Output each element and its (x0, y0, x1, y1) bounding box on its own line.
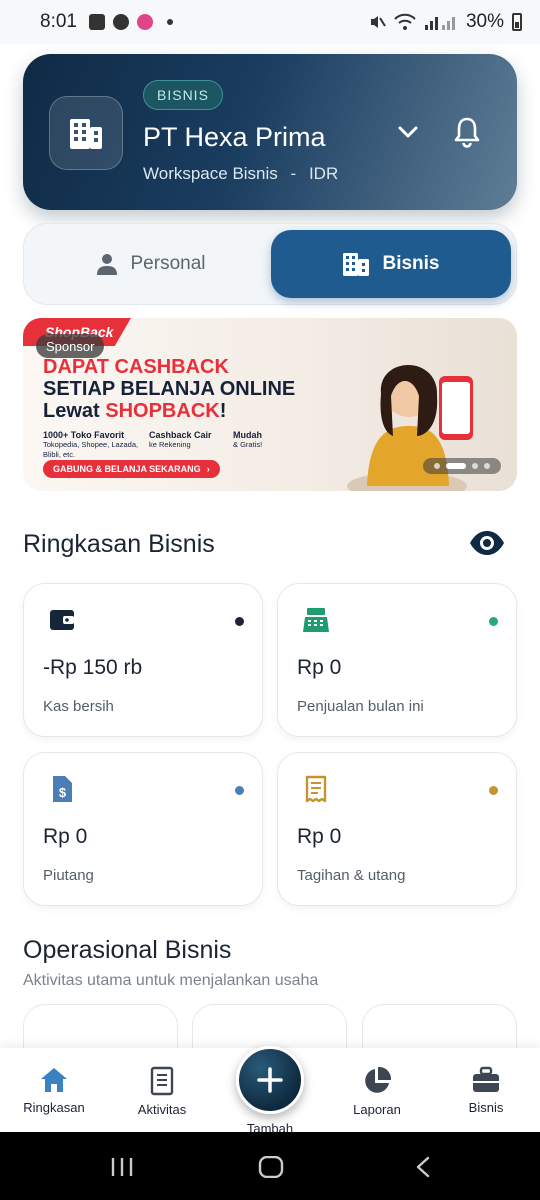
plus-icon (257, 1067, 283, 1093)
company-name: PT Hexa Prima (143, 122, 326, 152)
summary-title: Ringkasan Bisnis (23, 530, 215, 558)
system-navigation-bar (0, 1132, 540, 1200)
more-notifications-icon (166, 19, 173, 25)
nav-bisnis[interactable]: Bisnis (446, 1048, 526, 1132)
wifi-icon (394, 13, 416, 30)
banner-feature: 1000+ Toko Favorit Tokopedia, Shopee, La… (43, 430, 139, 459)
cloud-notification-icon (112, 14, 129, 30)
carousel-dot[interactable] (484, 463, 490, 469)
workspace-header-card[interactable]: BISNIS PT Hexa Prima Workspace Bisnis - … (23, 54, 517, 210)
banner-headline-brand: SHOPBACK (105, 400, 220, 422)
sponsor-badge: Sponsor (36, 334, 105, 358)
chevron-down-icon[interactable] (396, 120, 420, 144)
banner-feature: Mudah & Gratis! (233, 430, 263, 449)
app-notification-icon (136, 14, 153, 30)
signal-icon (424, 17, 455, 30)
banner-headline-1: DAPAT CASHBACK (43, 356, 229, 378)
receipt-icon (305, 775, 327, 803)
home-icon (41, 1068, 67, 1092)
nav-laporan[interactable]: Laporan (337, 1048, 417, 1132)
card-label: Piutang (43, 867, 94, 884)
banner-cta-button[interactable]: GABUNG & BELANJA SEKARANG › (43, 460, 220, 478)
card-value: -Rp 150 rb (43, 656, 143, 679)
banner-headline-2: SETIAP BELANJA ONLINE (43, 378, 296, 400)
cash-register-icon (303, 608, 329, 632)
summary-card-cash[interactable]: -Rp 150 rb Kas bersih (23, 583, 263, 737)
nav-label: Aktivitas (137, 1102, 187, 1117)
carousel-indicator (423, 458, 501, 474)
toggle-personal-label: Personal (130, 253, 206, 274)
status-dot (235, 786, 244, 795)
nav-label: Ringkasan (23, 1100, 85, 1115)
nav-label: Laporan (353, 1102, 401, 1117)
operations-title: Operasional Bisnis (23, 936, 232, 964)
building-icon (343, 253, 370, 276)
battery-icon (512, 13, 522, 31)
workspace-separator: - (290, 164, 297, 183)
workspace-info: Workspace Bisnis - IDR (143, 164, 338, 184)
mute-icon (370, 16, 386, 28)
card-value: Rp 0 (297, 825, 342, 848)
battery-level: 30% (465, 11, 504, 32)
summary-card-bills[interactable]: Rp 0 Tagihan & utang (277, 752, 517, 906)
card-value: Rp 0 (43, 825, 88, 848)
status-dot (489, 617, 498, 626)
card-label: Kas bersih (43, 698, 114, 715)
wallet-icon (50, 610, 74, 630)
add-button[interactable] (236, 1046, 304, 1114)
recent-apps-icon[interactable] (110, 1156, 134, 1178)
document-list-icon (150, 1066, 174, 1096)
nav-aktivitas[interactable]: Aktivitas (122, 1048, 202, 1132)
eye-icon[interactable] (469, 530, 505, 556)
card-label: Penjualan bulan ini (297, 698, 424, 715)
carousel-dot[interactable] (434, 463, 440, 469)
gallery-notification-icon (88, 14, 105, 30)
svg-text:$: $ (59, 785, 67, 800)
building-icon (49, 96, 123, 170)
toggle-bisnis-label: Bisnis (382, 253, 440, 274)
banner-headline-prefix: Lewat (43, 400, 100, 422)
carousel-dot[interactable] (472, 463, 478, 469)
home-button-icon[interactable] (258, 1156, 284, 1178)
card-value: Rp 0 (297, 656, 342, 679)
back-icon[interactable] (414, 1156, 432, 1178)
status-dot (235, 617, 244, 626)
workspace-label: Workspace Bisnis (143, 164, 278, 183)
nav-label: Bisnis (468, 1100, 504, 1115)
person-icon (96, 254, 117, 275)
carousel-dot-active[interactable] (446, 463, 466, 469)
banner-headline-3: Lewat SHOPBACK! (43, 400, 226, 423)
status-bar: 8:01 30% (0, 0, 540, 44)
briefcase-icon (473, 1066, 499, 1092)
promo-banner[interactable]: ShopBack Sponsor DAPAT CASHBACK SETIAP B… (23, 318, 517, 491)
summary-card-receivables[interactable]: $ Rp 0 Piutang (23, 752, 263, 906)
banner-feature: Cashback Cair ke Rekening (149, 430, 212, 449)
notification-bell-icon[interactable] (452, 116, 482, 148)
workspace-toggle: Personal Bisnis (23, 223, 517, 305)
toggle-personal[interactable]: Personal (30, 230, 270, 298)
arrow-right-icon: › (206, 464, 210, 474)
nav-ringkasan[interactable]: Ringkasan (14, 1048, 94, 1132)
banner-headline-suffix: ! (219, 400, 227, 422)
workspace-type-badge: BISNIS (143, 80, 223, 110)
card-label: Tagihan & utang (297, 867, 406, 884)
pie-chart-icon (365, 1066, 392, 1093)
invoice-dollar-icon: $ (53, 776, 72, 802)
status-dot (489, 786, 498, 795)
operations-subtitle: Aktivitas utama untuk menjalankan usaha (23, 972, 319, 989)
workspace-currency: IDR (308, 164, 339, 183)
summary-card-sales[interactable]: Rp 0 Penjualan bulan ini (277, 583, 517, 737)
status-time: 8:01 (40, 11, 77, 32)
toggle-bisnis[interactable]: Bisnis (271, 230, 511, 298)
